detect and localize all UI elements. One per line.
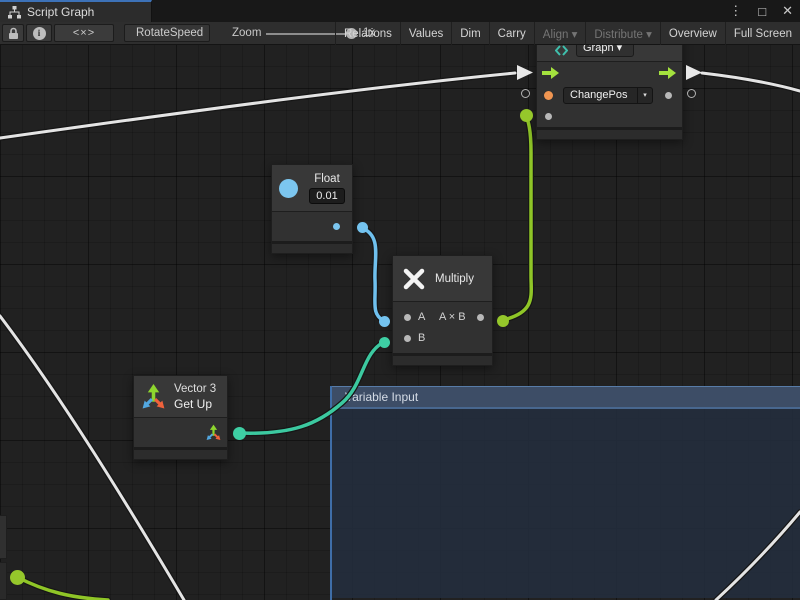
float-value-field[interactable]: 0.01 xyxy=(309,188,345,204)
partial-node-body[interactable] xyxy=(0,515,7,559)
lock-button[interactable] xyxy=(2,24,24,42)
port-a-input[interactable] xyxy=(404,314,411,321)
teal-wire-end-vector[interactable] xyxy=(233,427,246,440)
unconnected-port-right[interactable] xyxy=(687,89,696,98)
zoom-label: Zoom xyxy=(232,22,261,45)
tab-title: Script Graph xyxy=(27,5,94,19)
window-menu-button[interactable]: ⋮ xyxy=(726,3,745,19)
port-value-input[interactable] xyxy=(545,113,552,120)
toolbar-button-overview[interactable]: Overview xyxy=(660,22,725,45)
script-graph-window: Variable Input xyxy=(0,0,800,600)
code-preview-icon: <×> xyxy=(73,27,95,39)
green-wire-end-bottom-left[interactable] xyxy=(10,570,25,585)
wire-multiply-to-graph[interactable] xyxy=(503,116,531,320)
changepos-dropdown-label: ChangePos xyxy=(564,89,637,101)
port-a-label: A xyxy=(418,311,425,323)
wire-halo xyxy=(17,577,108,600)
info-button[interactable]: i xyxy=(26,24,52,42)
result-output-port[interactable] xyxy=(477,314,484,321)
toolbar-right-group: Relations Values Dim Carry Align ▾ Distr… xyxy=(335,22,800,45)
result-label: A × B xyxy=(439,311,466,323)
toolbar-button-dim[interactable]: Dim xyxy=(451,22,488,45)
flow-in-wire-arrow xyxy=(516,64,534,81)
green-wire-end-multiply[interactable] xyxy=(497,315,509,327)
unconnected-port-left[interactable] xyxy=(521,89,530,98)
window-controls: ⋮ □ ✕ xyxy=(726,0,796,22)
float-title: Float xyxy=(314,173,340,185)
lock-icon xyxy=(8,27,19,40)
port-b-label: B xyxy=(418,332,425,344)
code-preview-button[interactable]: <×> xyxy=(54,24,114,42)
toolbar-button-values[interactable]: Values xyxy=(400,22,451,45)
vector3-subtitle: Get Up xyxy=(174,397,216,411)
green-wire-end-graph[interactable] xyxy=(520,109,533,122)
toolbar-button-carry[interactable]: Carry xyxy=(489,22,534,45)
info-icon: i xyxy=(33,27,46,40)
changepos-dropdown[interactable]: ChangePos ▾ xyxy=(563,87,653,104)
port-variable-name-input[interactable] xyxy=(544,91,553,100)
toolbar-button-full-screen[interactable]: Full Screen xyxy=(725,22,800,45)
toolbar-button-align[interactable]: Align ▾ xyxy=(534,22,586,45)
node-vector3-get-up[interactable]: Vector 3 Get Up xyxy=(133,375,228,460)
vector3-icon xyxy=(140,383,167,410)
node-float[interactable]: Float 0.01 xyxy=(271,164,353,254)
blue-wire-end-multiply-a[interactable] xyxy=(379,316,390,327)
wire-halo xyxy=(503,116,531,320)
node-multiply[interactable]: Multiply A A × B B xyxy=(392,255,493,366)
window-maximize-button[interactable]: □ xyxy=(755,4,769,19)
graph-reference-name: RotateSpeed xyxy=(136,27,203,39)
teal-wire-end-multiply-b[interactable] xyxy=(379,337,390,348)
float-output-port[interactable] xyxy=(333,223,340,230)
partial-node-footer xyxy=(0,562,7,600)
flow-out-wire-arrow xyxy=(685,64,703,81)
tab-script-graph[interactable]: Script Graph xyxy=(0,0,152,22)
port-variable-value-output[interactable] xyxy=(665,92,672,99)
toolbar: i <×> RotateSpeed Zoom 1x Relations Valu… xyxy=(0,22,800,45)
script-graph-icon xyxy=(8,6,21,19)
graph-reference-button[interactable]: RotateSpeed xyxy=(124,24,210,42)
blue-wire-end-float[interactable] xyxy=(357,222,368,233)
port-b-input[interactable] xyxy=(404,335,411,342)
toolbar-button-distribute[interactable]: Distribute ▾ xyxy=(585,22,660,45)
changepos-dropdown-caret: ▾ xyxy=(637,88,652,103)
float-type-icon xyxy=(279,179,298,198)
graph-asset-icon xyxy=(555,44,568,57)
wire-halo xyxy=(239,342,384,433)
titlebar: Script Graph ⋮ □ ✕ xyxy=(0,0,800,22)
window-close-button[interactable]: ✕ xyxy=(779,3,796,19)
toolbar-button-relations[interactable]: Relations xyxy=(335,22,400,45)
flow-output-arrow-icon[interactable] xyxy=(659,67,676,79)
multiply-title: Multiply xyxy=(435,273,474,285)
flow-input-arrow-icon[interactable] xyxy=(542,67,559,79)
multiply-icon xyxy=(401,266,427,292)
vector3-output-port-icon[interactable] xyxy=(205,424,222,441)
vector3-title: Vector 3 xyxy=(174,383,216,395)
